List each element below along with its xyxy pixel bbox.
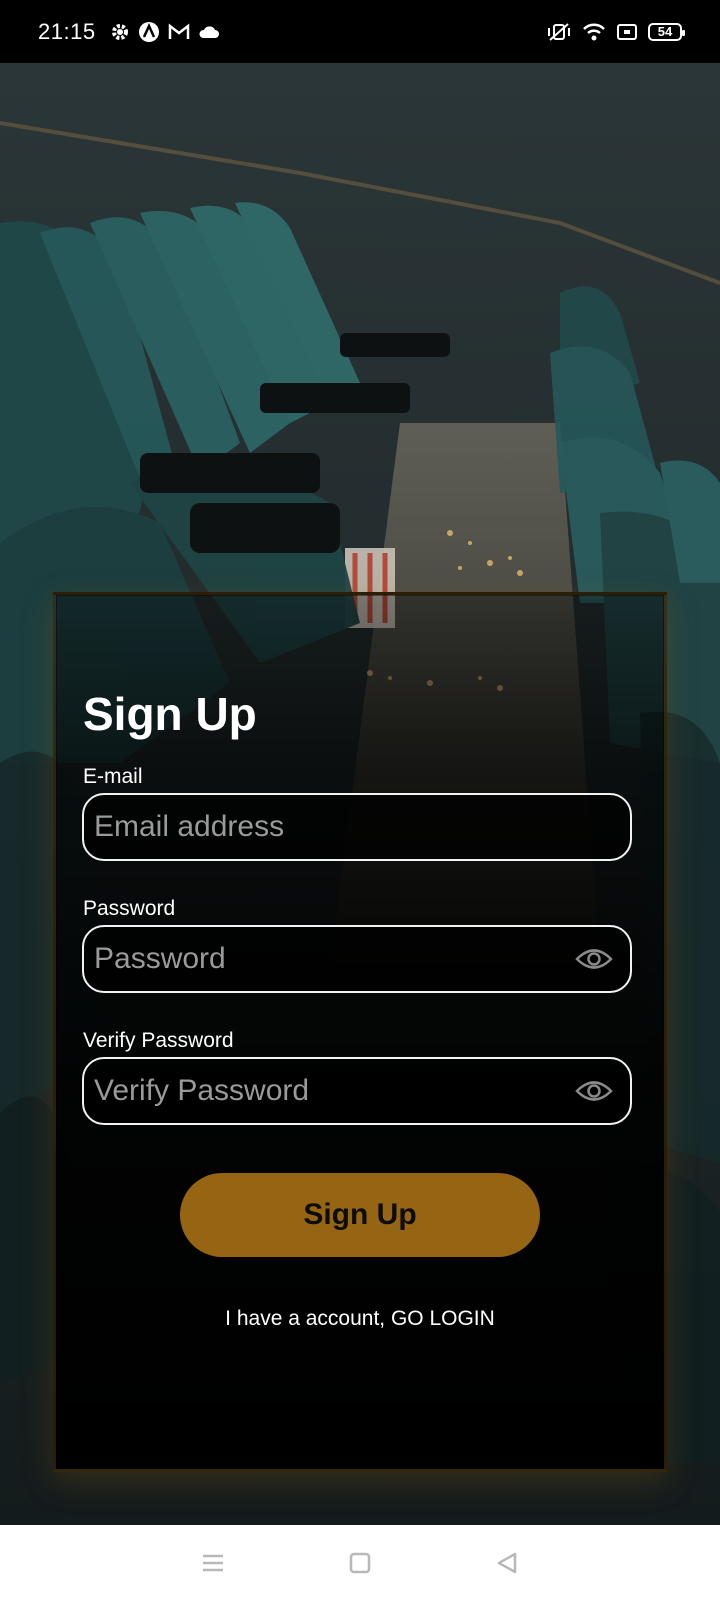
wifi-icon xyxy=(582,22,606,42)
verify-password-field[interactable] xyxy=(94,1074,574,1108)
status-time: 21:15 xyxy=(38,18,96,44)
status-left-icons xyxy=(110,21,220,43)
navigation-bar xyxy=(0,1525,720,1600)
gmail-icon xyxy=(168,22,190,41)
status-right-icons: 54 xyxy=(546,22,685,42)
menu-icon[interactable] xyxy=(193,1543,233,1583)
screen-cast-icon xyxy=(616,23,638,41)
password-label: Password xyxy=(83,897,176,920)
verify-password-label: Verify Password xyxy=(83,1029,234,1052)
email-field-container xyxy=(82,793,632,861)
go-login-link[interactable]: I have a account, GO LOGIN xyxy=(56,1307,664,1331)
eye-icon[interactable] xyxy=(574,1077,614,1105)
a-badge-icon xyxy=(138,21,160,43)
eye-icon[interactable] xyxy=(574,945,614,973)
email-field[interactable] xyxy=(94,810,620,844)
password-field-container xyxy=(82,925,632,993)
verify-password-field-container xyxy=(82,1057,632,1125)
password-field[interactable] xyxy=(94,942,574,976)
page-title: Sign Up xyxy=(83,688,257,740)
home-icon[interactable] xyxy=(340,1543,380,1583)
signup-button[interactable]: Sign Up xyxy=(180,1173,540,1257)
battery-icon: 54 xyxy=(648,22,685,41)
cloud-icon xyxy=(198,24,220,40)
email-label: E-mail xyxy=(83,765,143,788)
status-bar: 21:15 54 xyxy=(0,0,720,63)
vibrate-off-icon xyxy=(546,22,572,42)
gear-icon xyxy=(110,22,130,42)
back-icon[interactable] xyxy=(487,1543,527,1583)
signup-card: Sign Up E-mail Password Verify Password … xyxy=(53,592,667,1472)
